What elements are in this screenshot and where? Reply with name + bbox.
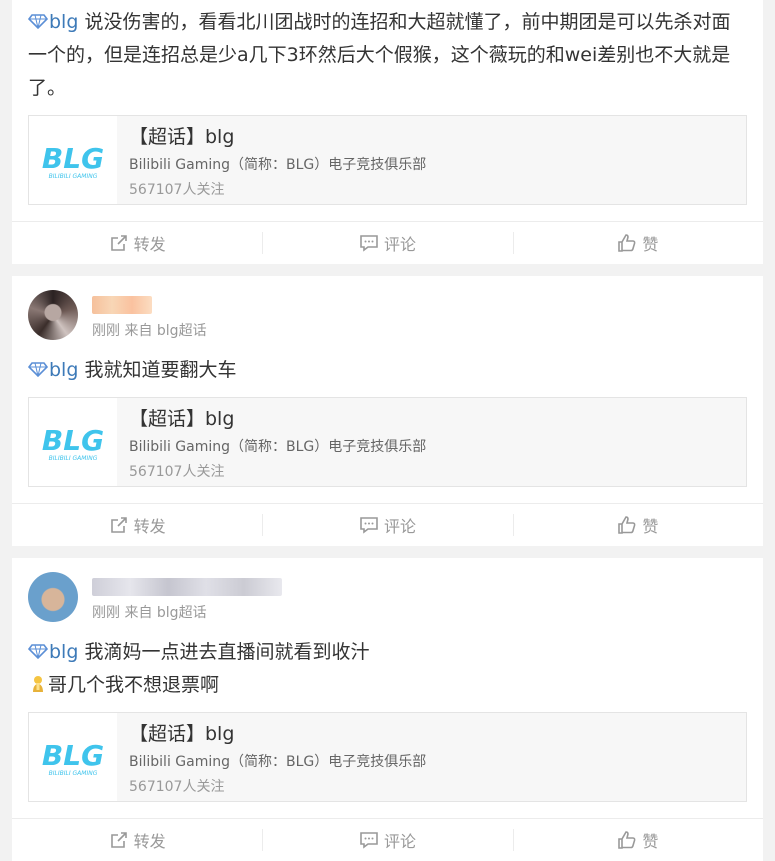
action-bar: 转发 评论 赞 (12, 221, 763, 264)
like-button[interactable]: 赞 (512, 222, 763, 264)
blg-logo: BLG BILIBILI GAMING (29, 713, 117, 801)
post-card: 刚刚 来自 blg超话 blg 我滴妈一点进去直播间就看到收汁 哥几个我不想退票… (12, 558, 763, 861)
comment-button[interactable]: 评论 (262, 819, 512, 861)
topic-card[interactable]: BLG BILIBILI GAMING 【超话】blg Bilibili Gami… (28, 397, 747, 487)
svg-text:BLG: BLG (42, 424, 104, 457)
diamond-icon (28, 644, 48, 659)
comment-icon (360, 832, 378, 849)
svg-text:BLG: BLG (42, 739, 104, 772)
diamond-icon (28, 362, 48, 377)
repost-button[interactable]: 转发 (12, 222, 262, 264)
comment-button[interactable]: 评论 (262, 222, 512, 264)
svg-text:BILIBILI GAMING: BILIBILI GAMING (49, 770, 98, 777)
supertopic-tag[interactable]: blg (28, 641, 78, 663)
action-bar: 转发 评论 赞 (12, 503, 763, 546)
repost-button[interactable]: 转发 (12, 819, 262, 861)
comment-icon (360, 517, 378, 534)
username-blurred[interactable] (92, 578, 282, 596)
topic-followers: 567107人关注 (129, 182, 225, 198)
post-text: blg 说没伤害的，看看北川团战时的连招和大超就懂了，前中期团是可以先杀对面一个… (12, 0, 763, 105)
comment-icon (360, 235, 378, 252)
topic-title: 【超话】blg (129, 126, 235, 148)
blg-logo: BLG BILIBILI GAMING (29, 398, 117, 486)
repost-icon (110, 832, 127, 848)
post-meta: 刚刚 来自 blg超话 (92, 605, 207, 621)
thumbs-up-icon (618, 234, 636, 252)
thumbs-up-icon (618, 831, 636, 849)
username-blurred[interactable] (92, 296, 152, 314)
weibo-feed: blg 说没伤害的，看看北川团战时的连招和大超就懂了，前中期团是可以先杀对面一个… (0, 0, 775, 861)
praying-emoji-icon (33, 676, 43, 692)
topic-description: Bilibili Gaming（简称：BLG）电子竞技俱乐部 (129, 754, 427, 770)
action-bar: 转发 评论 赞 (12, 818, 763, 861)
post-body: 我就知道要翻大车 (78, 359, 237, 381)
post-body: 我滴妈一点进去直播间就看到收汁 (78, 641, 370, 663)
post-meta: 刚刚 来自 blg超话 (92, 323, 207, 339)
topic-title: 【超话】blg (129, 723, 235, 745)
post-text: blg 我滴妈一点进去直播间就看到收汁 哥几个我不想退票啊 (12, 622, 763, 702)
comment-button[interactable]: 评论 (262, 504, 512, 546)
repost-icon (110, 235, 127, 251)
post-body-line2: 哥几个我不想退票啊 (48, 674, 220, 696)
avatar[interactable] (28, 290, 78, 340)
supertopic-tag[interactable]: blg (28, 11, 78, 33)
topic-followers: 567107人关注 (129, 464, 225, 480)
topic-title: 【超话】blg (129, 408, 235, 430)
svg-text:BILIBILI GAMING: BILIBILI GAMING (49, 173, 98, 180)
post-body: 说没伤害的，看看北川团战时的连招和大超就懂了，前中期团是可以先杀对面一个的，但是… (28, 11, 731, 99)
topic-description: Bilibili Gaming（简称：BLG）电子竞技俱乐部 (129, 439, 427, 455)
like-button[interactable]: 赞 (512, 504, 763, 546)
svg-text:BILIBILI GAMING: BILIBILI GAMING (49, 455, 98, 462)
thumbs-up-icon (618, 516, 636, 534)
avatar[interactable] (28, 572, 78, 622)
svg-text:BLG: BLG (42, 142, 104, 175)
topic-card[interactable]: BLG BILIBILI GAMING 【超话】blg Bilibili Gami… (28, 115, 747, 205)
post-card: 刚刚 来自 blg超话 blg 我就知道要翻大车 BLG BILIBILI GAM… (12, 276, 763, 546)
topic-card[interactable]: BLG BILIBILI GAMING 【超话】blg Bilibili Gami… (28, 712, 747, 802)
topic-description: Bilibili Gaming（简称：BLG）电子竞技俱乐部 (129, 157, 427, 173)
repost-button[interactable]: 转发 (12, 504, 262, 546)
like-button[interactable]: 赞 (512, 819, 763, 861)
diamond-icon (28, 14, 48, 29)
topic-followers: 567107人关注 (129, 779, 225, 795)
post-text: blg 我就知道要翻大车 (12, 340, 763, 387)
supertopic-tag[interactable]: blg (28, 359, 78, 381)
repost-icon (110, 517, 127, 533)
blg-logo: BLG BILIBILI GAMING (29, 116, 117, 204)
post-card: blg 说没伤害的，看看北川团战时的连招和大超就懂了，前中期团是可以先杀对面一个… (12, 0, 763, 264)
